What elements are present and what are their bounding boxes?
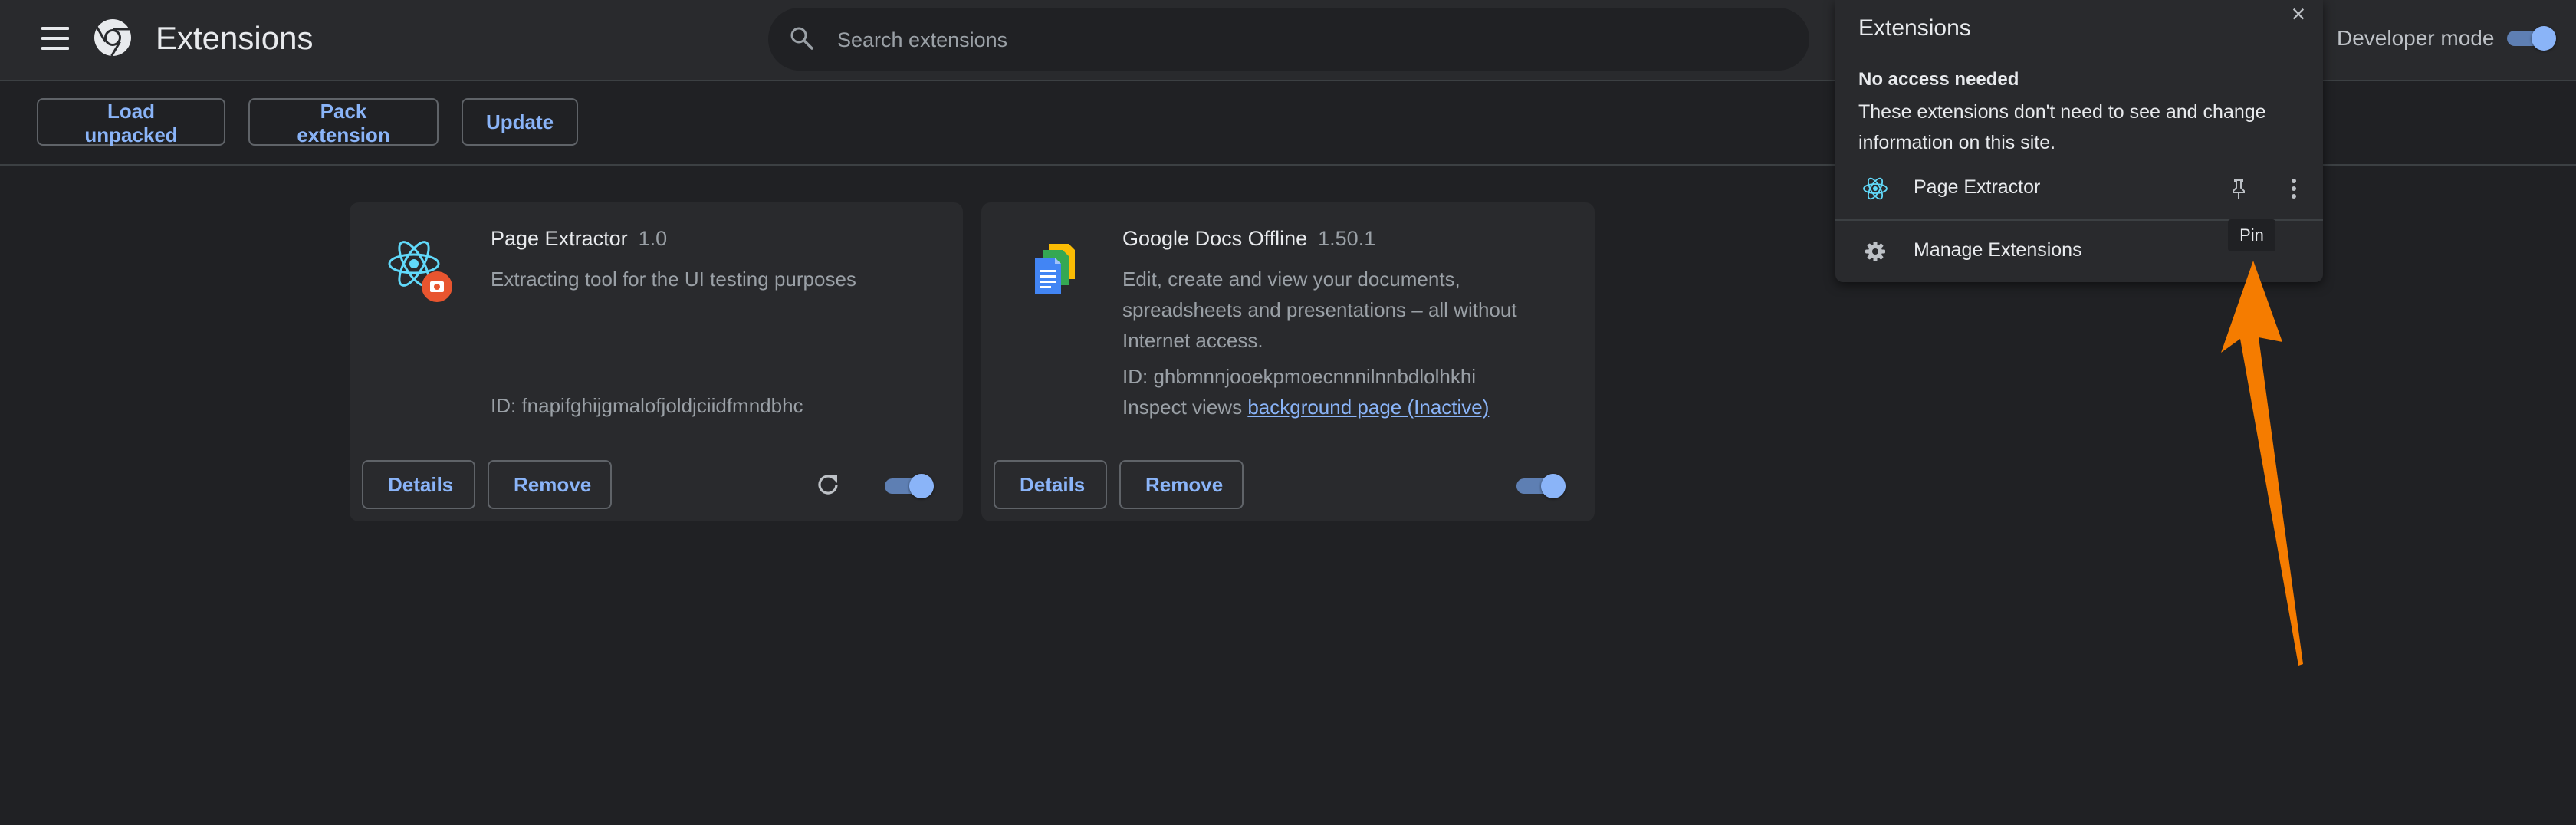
extension-name: Page Extractor [491, 227, 628, 250]
react-atom-icon [388, 241, 452, 302]
remove-button[interactable]: Remove [488, 460, 612, 509]
developer-mode-toggle[interactable] [2507, 25, 2556, 51]
extension-description: Edit, create and view your documents, sp… [1122, 268, 1517, 352]
pin-icon[interactable] [2225, 175, 2252, 202]
extension-name-row: Page Extractor 1.0 [491, 227, 667, 251]
no-access-description: These extensions don't need to see and c… [1858, 101, 2266, 153]
extension-card-page-extractor: Page Extractor 1.0 Extracting tool for th… [350, 202, 963, 521]
inspect-views-row: Inspect views background page (Inactive) [1122, 396, 1489, 419]
extension-enable-toggle[interactable] [1516, 473, 1566, 498]
manage-extensions-label: Manage Extensions [1914, 239, 2082, 261]
pack-extension-button[interactable]: Pack extension [248, 98, 439, 146]
gear-icon [1865, 242, 1885, 261]
main-menu-icon[interactable] [41, 27, 69, 50]
search-box[interactable] [768, 8, 1809, 72]
extension-name-row: Google Docs Offline 1.50.1 [1122, 227, 1375, 251]
update-button[interactable]: Update [462, 98, 578, 146]
load-unpacked-button[interactable]: Load unpacked [37, 98, 225, 146]
popup-extension-name: Page Extractor [1914, 176, 2041, 198]
more-vertical-icon[interactable] [2286, 175, 2302, 202]
close-icon[interactable]: × [2286, 2, 2311, 26]
popup-title: Extensions [1858, 15, 1971, 41]
details-button[interactable]: Details [994, 460, 1107, 509]
no-access-heading: No access needed [1858, 69, 2019, 90]
page-title: Extensions [156, 20, 314, 56]
popup-extension-item[interactable]: Page Extractor [1835, 158, 2323, 219]
developer-mode-label: Developer mode [2337, 26, 2495, 50]
details-button[interactable]: Details [362, 460, 475, 509]
extension-id: ID: ghbmnnjooekpmoecnnnilnnbdlolhkhi [1122, 365, 1477, 388]
google-docs-icon [1035, 244, 1075, 294]
extension-card-google-docs-offline: Google Docs Offline 1.50.1 Edit, create a… [981, 202, 1595, 521]
search-input[interactable] [836, 8, 1759, 72]
search-icon [790, 27, 813, 50]
extension-id: ID: fnapifghijgmalofjoldjciidfmndbhc [491, 394, 803, 417]
remove-button[interactable]: Remove [1119, 460, 1244, 509]
extension-description: Extracting tool for the UI testing purpo… [491, 268, 856, 291]
extension-version: 1.50.1 [1318, 227, 1376, 250]
background-page-link[interactable]: background page (Inactive) [1247, 396, 1489, 419]
reload-icon[interactable] [813, 469, 843, 500]
extension-version: 1.0 [638, 227, 668, 250]
inspect-views-label: Inspect views [1122, 396, 1243, 419]
chrome-logo-icon [94, 19, 131, 57]
extension-name: Google Docs Offline [1122, 227, 1308, 250]
react-atom-icon [1863, 177, 1888, 200]
extension-enable-toggle[interactable] [885, 473, 934, 498]
annotation-arrow-icon [2221, 261, 2303, 666]
